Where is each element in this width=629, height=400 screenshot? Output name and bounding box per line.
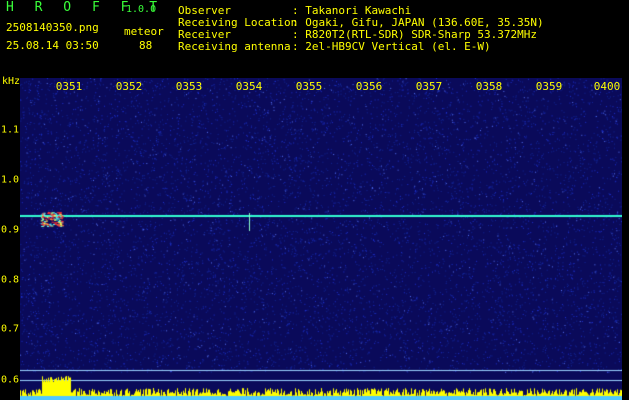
freq-unit-label: kHz: [2, 76, 21, 87]
time-label: 0353: [175, 80, 203, 93]
time-label: 0352: [115, 80, 143, 93]
antenna-value: : 2el-HB9CV Vertical (el. E-W): [292, 40, 491, 53]
time-label: 0356: [355, 80, 383, 93]
detection-label: meteor: [124, 25, 164, 38]
file-name: 2508140350.png: [6, 21, 99, 34]
detection-count: 88: [139, 39, 153, 52]
time-label: 0357: [415, 80, 443, 93]
app-version: 1.0.0: [126, 4, 157, 15]
freq-label: 0.6: [1, 374, 20, 386]
time-label: 0351: [55, 80, 83, 93]
spectrogram: [20, 78, 622, 400]
hrofft-window: H R O F F T 1.0.0 2508140350.png meteor …: [0, 0, 629, 400]
time-label: 0354: [235, 80, 263, 93]
time-label: 0355: [295, 80, 323, 93]
freq-label: 0.9: [1, 224, 20, 236]
file-datetime: 25.08.14 03:50: [6, 39, 99, 52]
freq-label: 0.7: [1, 323, 20, 335]
antenna-key: Receiving antenna: [178, 40, 291, 53]
time-label: 0359: [535, 80, 563, 93]
time-label: 0358: [475, 80, 503, 93]
freq-label: 0.8: [1, 274, 20, 286]
freq-label: 1.0: [1, 174, 20, 186]
freq-label: 1.1: [1, 124, 20, 136]
time-label: 0400: [593, 80, 621, 93]
